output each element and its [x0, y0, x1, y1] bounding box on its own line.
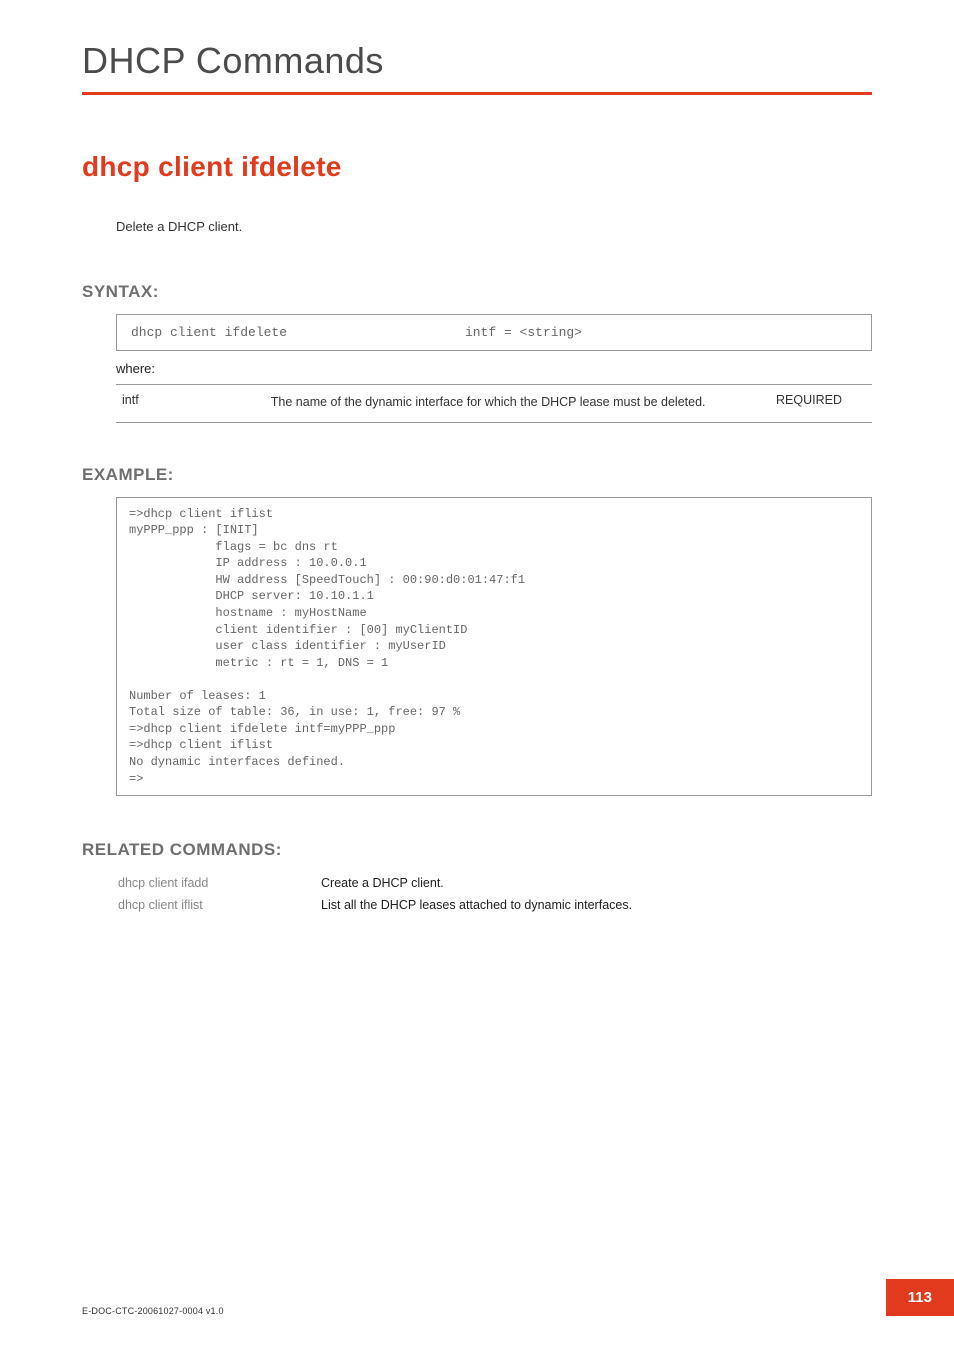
- syntax-command: dhcp client ifdelete: [131, 325, 465, 340]
- doc-id: E-DOC-CTC-20061027-0004 v1.0: [82, 1306, 224, 1316]
- syntax-args: intf = <string>: [465, 325, 857, 340]
- command-description: Delete a DHCP client.: [116, 219, 872, 234]
- command-title: dhcp client ifdelete: [82, 151, 872, 183]
- related-desc: List all the DHCP leases attached to dyn…: [321, 898, 870, 912]
- page-header-title: DHCP Commands: [82, 40, 872, 82]
- example-box: =>dhcp client iflist myPPP_ppp : [INIT] …: [116, 497, 872, 796]
- related-row: dhcp client iflist List all the DHCP lea…: [116, 894, 872, 916]
- syntax-label: SYNTAX:: [82, 282, 872, 302]
- param-row: intf The name of the dynamic interface f…: [116, 384, 872, 423]
- related-row: dhcp client ifadd Create a DHCP client.: [116, 872, 872, 894]
- where-label: where:: [116, 361, 872, 376]
- related-desc: Create a DHCP client.: [321, 876, 870, 890]
- header-rule: [82, 92, 872, 95]
- param-desc: The name of the dynamic interface for wh…: [271, 393, 776, 412]
- syntax-box: dhcp client ifdelete intf = <string>: [116, 314, 872, 351]
- param-required: REQUIRED: [776, 393, 866, 412]
- param-name: intf: [122, 393, 271, 412]
- related-cmd: dhcp client ifadd: [118, 876, 321, 890]
- example-label: EXAMPLE:: [82, 465, 872, 485]
- related-cmd: dhcp client iflist: [118, 898, 321, 912]
- related-label: RELATED COMMANDS:: [82, 840, 872, 860]
- related-commands-table: dhcp client ifadd Create a DHCP client. …: [116, 872, 872, 916]
- page-number: 113: [886, 1279, 954, 1316]
- page-footer: E-DOC-CTC-20061027-0004 v1.0 113: [82, 1279, 954, 1316]
